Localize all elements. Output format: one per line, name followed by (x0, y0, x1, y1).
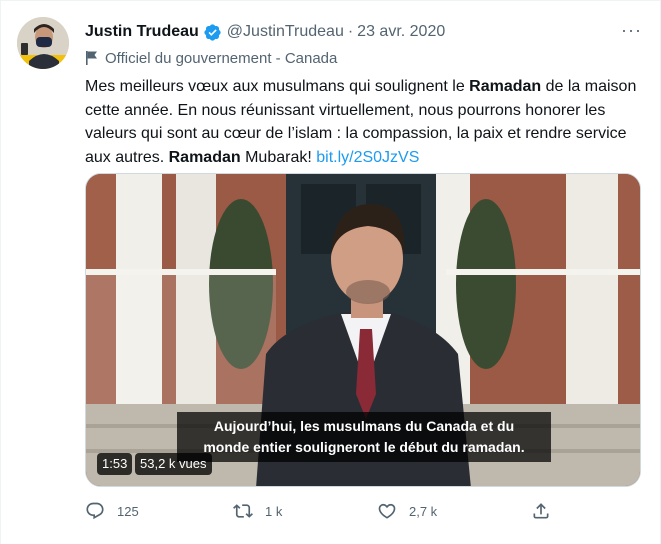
video-subtitles: Aujourd’hui, les musulmans du Canada et … (177, 412, 551, 462)
tweet-text: Mes meilleurs vœux aux musulmans qui sou… (85, 75, 645, 169)
subtitle-line-2: monde entier souligneront le début du ra… (203, 439, 525, 455)
video-duration-badge: 1:53 (97, 453, 133, 475)
like-count: 2,7 k (409, 503, 438, 519)
like-button[interactable]: 2,7 k (377, 501, 437, 521)
retweet-icon (233, 504, 253, 518)
verified-badge-icon (203, 23, 222, 42)
subtitle-line-1: Aujourd’hui, les musulmans du Canada et … (213, 418, 515, 434)
like-icon (378, 503, 396, 519)
handle[interactable]: @JustinTrudeau (227, 23, 344, 41)
government-label-text: Officiel du gouvernement - Canada (105, 49, 338, 67)
share-icon (533, 503, 549, 519)
tweet-actions: 125 1 k 2,7 k (85, 501, 565, 525)
timestamp[interactable]: 23 avr. 2020 (357, 23, 445, 41)
tweet-card[interactable]: Justin Trudeau @JustinTrudeau · 23 avr. … (0, 0, 661, 544)
tweet-text-part: Mubarak! (240, 148, 317, 166)
reply-button[interactable]: 125 (85, 501, 139, 521)
hashtag-ramadan: Ramadan (469, 78, 542, 95)
tweet-link[interactable]: bit.ly/2S0JzVS (316, 149, 419, 166)
tweet-header: Justin Trudeau @JustinTrudeau · 23 avr. … (85, 21, 644, 43)
hashtag-ramadan: Ramadan (168, 148, 241, 166)
share-button[interactable] (531, 501, 563, 521)
retweet-button[interactable]: 1 k (233, 501, 282, 521)
reply-icon (86, 502, 104, 520)
reply-count: 125 (117, 503, 139, 519)
avatar[interactable] (17, 17, 69, 69)
tweet-text-part: Mes meilleurs vœux aux musulmans qui sou… (85, 78, 470, 95)
avatar-image (17, 17, 69, 69)
more-options-button[interactable]: ··· (621, 21, 642, 39)
video-views-badge: 53,2 k vues (135, 453, 212, 475)
government-label: Officiel du gouvernement - Canada (85, 48, 337, 68)
flag-icon (86, 51, 97, 65)
separator: · (347, 23, 354, 40)
display-name[interactable]: Justin Trudeau (85, 23, 199, 41)
retweet-count: 1 k (265, 503, 283, 519)
